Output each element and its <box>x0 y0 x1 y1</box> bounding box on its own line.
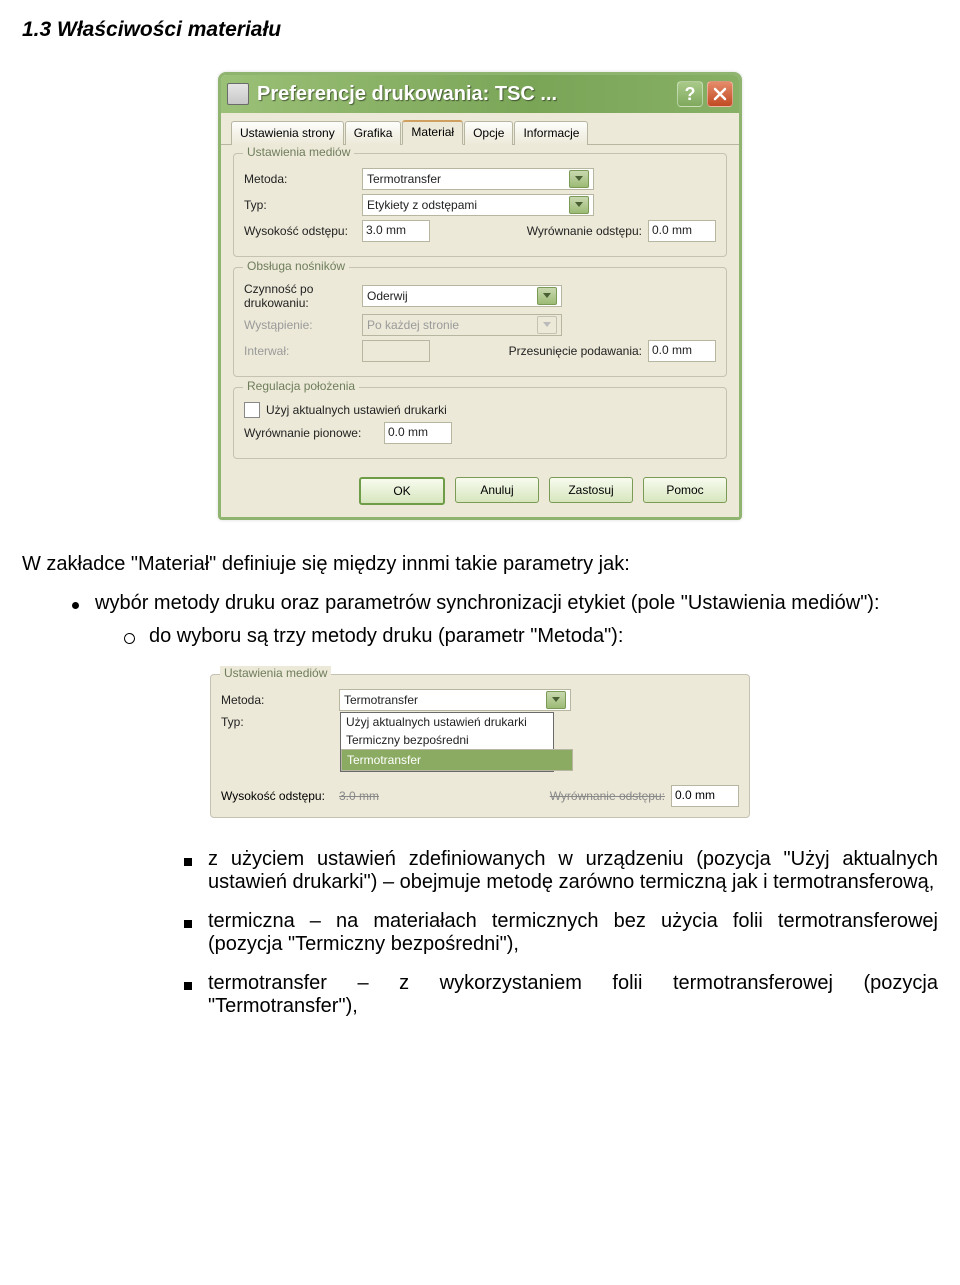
gap-offset-input[interactable]: 0.0 mm <box>648 220 716 242</box>
printer-icon <box>227 83 249 105</box>
chevron-down-icon[interactable] <box>569 196 589 214</box>
gap-height-input[interactable]: 3.0 mm <box>362 220 430 242</box>
vert-offset-input[interactable]: 0.0 mm <box>384 422 452 444</box>
bullet-text: termiczna – na materiałach termicznych b… <box>208 910 938 956</box>
tab-page-setup[interactable]: Ustawienia strony <box>231 121 344 145</box>
tab-graphics[interactable]: Grafika <box>345 121 402 145</box>
ok-button[interactable]: OK <box>359 477 445 505</box>
group-position-title: Regulacja położenia <box>243 379 359 393</box>
preferences-dialog: Preferencje drukowania: TSC ... ? Ustawi… <box>218 72 742 520</box>
use-current-label: Użyj aktualnych ustawień drukarki <box>266 403 447 417</box>
interval-input <box>362 340 430 362</box>
titlebar: Preferencje drukowania: TSC ... ? <box>221 75 739 113</box>
feed-offset-label: Przesunięcie podawania: <box>509 344 642 358</box>
tab-info[interactable]: Informacje <box>514 121 588 145</box>
cancel-button[interactable]: Anuluj <box>455 477 539 503</box>
method-options-list: Użyj aktualnych ustawień drukarki Termic… <box>340 712 554 772</box>
type-label: Typ: <box>244 198 362 212</box>
bullet-level1: wybór metody druku oraz parametrów synch… <box>72 592 938 615</box>
frag-gap-height-label: Wysokość odstępu: <box>221 789 339 803</box>
bullet-text: z użyciem ustawień zdefiniowanych w urzą… <box>208 848 938 894</box>
method-option-selected[interactable]: Termotransfer <box>341 749 573 771</box>
group-handling-title: Obsługa nośników <box>243 259 349 273</box>
frag-type-label: Typ: <box>221 715 339 729</box>
help-button[interactable]: ? <box>677 81 703 107</box>
method-option[interactable]: Termiczny bezpośredni <box>341 731 553 749</box>
method-value: Termotransfer <box>367 172 441 186</box>
bullet-level3: z użyciem ustawień zdefiniowanych w urzą… <box>184 848 938 894</box>
occurrence-select: Po każdej stronie <box>362 314 562 336</box>
gap-offset-label: Wyrównanie odstępu: <box>527 224 642 238</box>
frag-gap-offset-input[interactable]: 0.0 mm <box>671 785 739 807</box>
square-icon <box>184 982 192 990</box>
frag-method-select[interactable]: Termotransfer Użyj aktualnych ustawień d… <box>339 689 571 711</box>
group-media-handling: Obsługa nośników Czynność po drukowaniu:… <box>233 267 727 377</box>
intro-text: W zakładce "Materiał" definiuje się międ… <box>22 550 938 578</box>
occurrence-value: Po każdej stronie <box>367 318 459 332</box>
bullet-text: do wyboru są trzy metody druku (parametr… <box>149 625 623 648</box>
vert-offset-label: Wyrównanie pionowe: <box>244 426 384 440</box>
bullet-text: termotransfer – z wykorzystaniem folii t… <box>208 972 938 1018</box>
dialog-title: Preferencje drukowania: TSC ... <box>257 83 673 106</box>
postprint-label: Czynność po drukowaniu: <box>244 282 362 310</box>
frag-gap-offset-strike: Wyrównanie odstępu: <box>550 789 665 803</box>
feed-offset-input[interactable]: 0.0 mm <box>648 340 716 362</box>
occurrence-label: Wystąpienie: <box>244 318 362 332</box>
tab-bar: Ustawienia strony Grafika Materiał Opcje… <box>221 113 739 145</box>
ring-icon <box>124 633 135 644</box>
bullet-level3: termiczna – na materiałach termicznych b… <box>184 910 938 956</box>
postprint-select[interactable]: Oderwij <box>362 285 562 307</box>
dialog-buttons: OK Anuluj Zastosuj Pomoc <box>221 471 739 517</box>
chevron-down-icon[interactable] <box>546 691 566 709</box>
group-media-fragment: Ustawienia mediów Metoda: Termotransfer … <box>210 674 750 818</box>
tab-options[interactable]: Opcje <box>464 121 513 145</box>
tab-material[interactable]: Materiał <box>402 120 463 145</box>
close-button[interactable] <box>707 81 733 107</box>
group-media-settings: Ustawienia mediów Metoda: Termotransfer … <box>233 153 727 257</box>
use-current-checkbox[interactable] <box>244 402 260 418</box>
method-label: Metoda: <box>244 172 362 186</box>
method-option[interactable]: Użyj aktualnych ustawień drukarki <box>341 713 553 731</box>
group-position: Regulacja położenia Użyj aktualnych usta… <box>233 387 727 459</box>
square-icon <box>184 920 192 928</box>
interval-label: Interwał: <box>244 344 362 358</box>
bullet-text: wybór metody druku oraz parametrów synch… <box>95 592 880 615</box>
gap-height-label: Wysokość odstępu: <box>244 224 362 238</box>
square-icon <box>184 858 192 866</box>
frag-method-value: Termotransfer <box>344 693 418 707</box>
group-media-title: Ustawienia mediów <box>243 145 354 159</box>
chevron-down-icon[interactable] <box>569 170 589 188</box>
help-dialog-button[interactable]: Pomoc <box>643 477 727 503</box>
bullet-icon <box>72 602 79 609</box>
dialog-body: Ustawienia mediów Metoda: Termotransfer … <box>221 145 739 471</box>
frag-gap-height-strike: 3.0 mm <box>339 789 379 803</box>
type-select[interactable]: Etykiety z odstępami <box>362 194 594 216</box>
bullet-level2: do wyboru są trzy metody druku (parametr… <box>124 625 938 648</box>
frag-method-label: Metoda: <box>221 693 339 707</box>
apply-button[interactable]: Zastosuj <box>549 477 633 503</box>
chevron-down-icon <box>537 316 557 334</box>
method-select[interactable]: Termotransfer <box>362 168 594 190</box>
section-heading: 1.3 Właściwości materiału <box>22 18 938 42</box>
chevron-down-icon[interactable] <box>537 287 557 305</box>
frag-title: Ustawienia mediów <box>220 666 331 680</box>
type-value: Etykiety z odstępami <box>367 198 477 212</box>
bullet-level3: termotransfer – z wykorzystaniem folii t… <box>184 972 938 1018</box>
postprint-value: Oderwij <box>367 289 408 303</box>
